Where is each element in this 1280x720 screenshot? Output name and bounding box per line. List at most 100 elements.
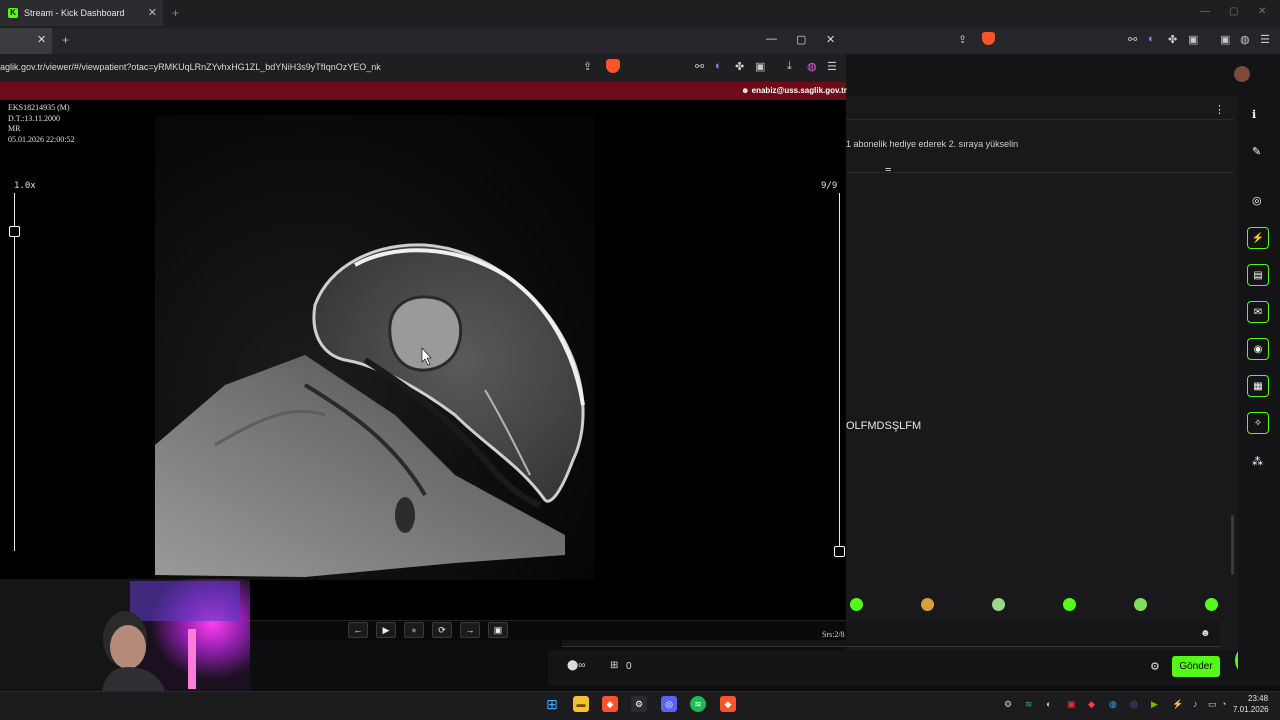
tray-app-icon[interactable]: ◆ bbox=[1088, 699, 1095, 710]
user-account-link[interactable]: ☻ enabiz@uss.saglik.gov.tr bbox=[741, 86, 847, 95]
zoom-level: 1.0x bbox=[14, 181, 36, 191]
customize-icon[interactable]: ◍ bbox=[1240, 33, 1250, 46]
tray-mic-icon[interactable]: ♪ bbox=[1193, 699, 1198, 709]
prev-frame-button[interactable]: ← bbox=[348, 622, 368, 638]
wallet-icon[interactable]: ▣ bbox=[1188, 33, 1198, 46]
play-button[interactable]: ▶ bbox=[376, 622, 396, 638]
browser-menu-icon[interactable]: ☰ bbox=[1260, 33, 1270, 46]
viewer-tab-bar bbox=[0, 28, 846, 54]
tools-icon[interactable]: ✧ bbox=[1247, 412, 1269, 434]
emote-icon[interactable] bbox=[1205, 598, 1218, 611]
modality: MR bbox=[8, 124, 21, 133]
reader-icon[interactable]: ⚯ bbox=[695, 60, 704, 73]
audio-icon[interactable]: ◐ bbox=[715, 60, 722, 72]
info-icon[interactable]: ℹ bbox=[1252, 108, 1256, 121]
sidebar-icon[interactable]: ▣ bbox=[1220, 33, 1230, 46]
browser-menu-icon[interactable]: ☰ bbox=[827, 60, 837, 73]
edit-icon[interactable]: ✎ bbox=[1252, 145, 1261, 158]
document-icon[interactable]: ▤ bbox=[1247, 264, 1269, 286]
gift-count: 0 bbox=[626, 661, 632, 672]
chat-scrollbar[interactable] bbox=[1231, 515, 1234, 575]
gift-icon[interactable]: ⊞ bbox=[610, 660, 618, 671]
site-header-bar bbox=[0, 82, 846, 100]
chat-settings-icon[interactable]: ⚙ bbox=[1150, 660, 1160, 673]
player-controls bbox=[247, 620, 846, 640]
wallet-icon[interactable]: ▣ bbox=[755, 60, 765, 73]
loop-button[interactable]: ⟳ bbox=[432, 622, 452, 638]
gift-sub-prompt[interactable]: 1 abonelik hediye ederek 2. sıraya yükse… bbox=[846, 139, 1018, 149]
zoom-slider-handle[interactable] bbox=[9, 226, 20, 237]
viewer-close-button[interactable]: ✕ bbox=[826, 33, 835, 46]
tab-close-icon[interactable]: ✕ bbox=[37, 33, 46, 46]
emote-icon[interactable] bbox=[1134, 598, 1147, 611]
share-icon[interactable]: ⇪ bbox=[583, 60, 592, 73]
tab-kick-dashboard[interactable]: K Stream - Kick Dashboard ✕ bbox=[0, 0, 163, 26]
emote-bar bbox=[846, 598, 1234, 618]
brave-icon[interactable]: ◆ bbox=[602, 696, 618, 712]
back-maximize-button[interactable]: ▢ bbox=[1229, 6, 1238, 17]
save-button[interactable]: ▣ bbox=[488, 622, 508, 638]
chat-icon[interactable]: ✉ bbox=[1247, 301, 1269, 323]
share-icon[interactable]: ⇪ bbox=[958, 33, 967, 46]
spotify-icon[interactable]: ≋ bbox=[690, 696, 706, 712]
viewer-minimize-button[interactable]: — bbox=[766, 33, 777, 45]
file-explorer-icon[interactable]: ▬ bbox=[573, 696, 589, 712]
tray-nvidia-icon[interactable]: ▶ bbox=[1151, 699, 1158, 710]
emote-icon[interactable] bbox=[1063, 598, 1076, 611]
frame-slider-handle[interactable] bbox=[834, 546, 845, 557]
steam-icon[interactable]: ⚙ bbox=[631, 696, 647, 712]
viewer-maximize-button[interactable]: ▢ bbox=[796, 33, 806, 46]
share-nodes-icon[interactable]: ⁂ bbox=[1252, 455, 1263, 468]
brave-active-icon[interactable]: ◆ bbox=[720, 696, 736, 712]
clock-date[interactable]: 7.01.2026 bbox=[1233, 705, 1269, 714]
brave-shields-icon[interactable] bbox=[982, 32, 995, 45]
send-button[interactable]: Gönder bbox=[1172, 656, 1220, 677]
reader-icon[interactable]: ⚯ bbox=[1128, 33, 1137, 46]
back-minimize-button[interactable]: — bbox=[1200, 6, 1210, 17]
broadcast-icon[interactable]: ◉ bbox=[1247, 338, 1269, 360]
extensions-icon[interactable]: ✤ bbox=[735, 60, 744, 73]
tray-power-icon[interactable]: ⚡ bbox=[1172, 699, 1183, 710]
emote-icon[interactable] bbox=[850, 598, 863, 611]
patient-id: EKS18214935 (M) bbox=[8, 103, 70, 112]
clock-time[interactable]: 23:48 bbox=[1248, 694, 1268, 703]
discord-icon[interactable]: ◎ bbox=[661, 696, 677, 712]
brave-shields-icon[interactable] bbox=[606, 59, 620, 73]
mri-image[interactable] bbox=[155, 115, 595, 580]
more-options-icon[interactable]: ⋮ bbox=[1214, 103, 1225, 116]
back-close-button[interactable]: ✕ bbox=[1258, 6, 1266, 17]
url-input[interactable]: aglik.gov.tr/viewer/#/viewpatient?otac=y… bbox=[0, 62, 381, 72]
new-tab-button[interactable]: + bbox=[172, 6, 179, 20]
user-email: enabiz@uss.saglik.gov.tr bbox=[751, 86, 847, 95]
tray-steam-icon[interactable]: ◐ bbox=[1046, 699, 1051, 709]
tray-wifi-icon[interactable]: ◔ bbox=[1221, 699, 1226, 709]
tray-spotify-icon[interactable]: ≋ bbox=[1025, 699, 1033, 710]
channel-points-icon[interactable]: ⬤∞ bbox=[567, 660, 585, 671]
emote-icon[interactable] bbox=[992, 598, 1005, 611]
focus-icon[interactable]: ◎ bbox=[1252, 194, 1262, 207]
next-frame-button[interactable]: → bbox=[460, 622, 480, 638]
filter-icon[interactable]: ≡ bbox=[885, 165, 891, 177]
tray-settings-icon[interactable]: ⚙ bbox=[1004, 699, 1012, 710]
download-icon[interactable]: ⤓ bbox=[787, 60, 792, 73]
patient-overlay: EKS18214935 (M) D.T.:13.11.2000 MR 05.01… bbox=[8, 103, 74, 145]
tab-close-icon[interactable]: ✕ bbox=[148, 6, 157, 19]
bolt-icon[interactable]: ⚡ bbox=[1247, 227, 1269, 249]
new-tab-button[interactable]: + bbox=[62, 33, 69, 47]
stop-button[interactable]: ● bbox=[404, 622, 424, 638]
audio-icon[interactable]: ◐ bbox=[1148, 33, 1155, 45]
layout-icon[interactable]: ▦ bbox=[1247, 375, 1269, 397]
vpn-icon[interactable]: ◍ bbox=[807, 60, 817, 73]
zoom-slider-track[interactable] bbox=[14, 193, 15, 551]
webcam-overlay bbox=[0, 579, 250, 691]
start-menu-icon[interactable]: ⊞ bbox=[544, 696, 560, 712]
tray-display-icon[interactable]: ▭ bbox=[1208, 699, 1217, 710]
emoji-icon[interactable]: ☻ bbox=[1200, 628, 1211, 639]
frame-slider-track[interactable] bbox=[839, 193, 840, 551]
emote-icon[interactable] bbox=[921, 598, 934, 611]
tray-discord-icon[interactable]: ◎ bbox=[1130, 699, 1138, 710]
tray-network-app-icon[interactable]: ◍ bbox=[1109, 699, 1117, 710]
extensions-icon[interactable]: ✤ bbox=[1168, 33, 1177, 46]
avatar[interactable] bbox=[1234, 66, 1250, 82]
tray-record-icon[interactable]: ▣ bbox=[1067, 699, 1076, 710]
